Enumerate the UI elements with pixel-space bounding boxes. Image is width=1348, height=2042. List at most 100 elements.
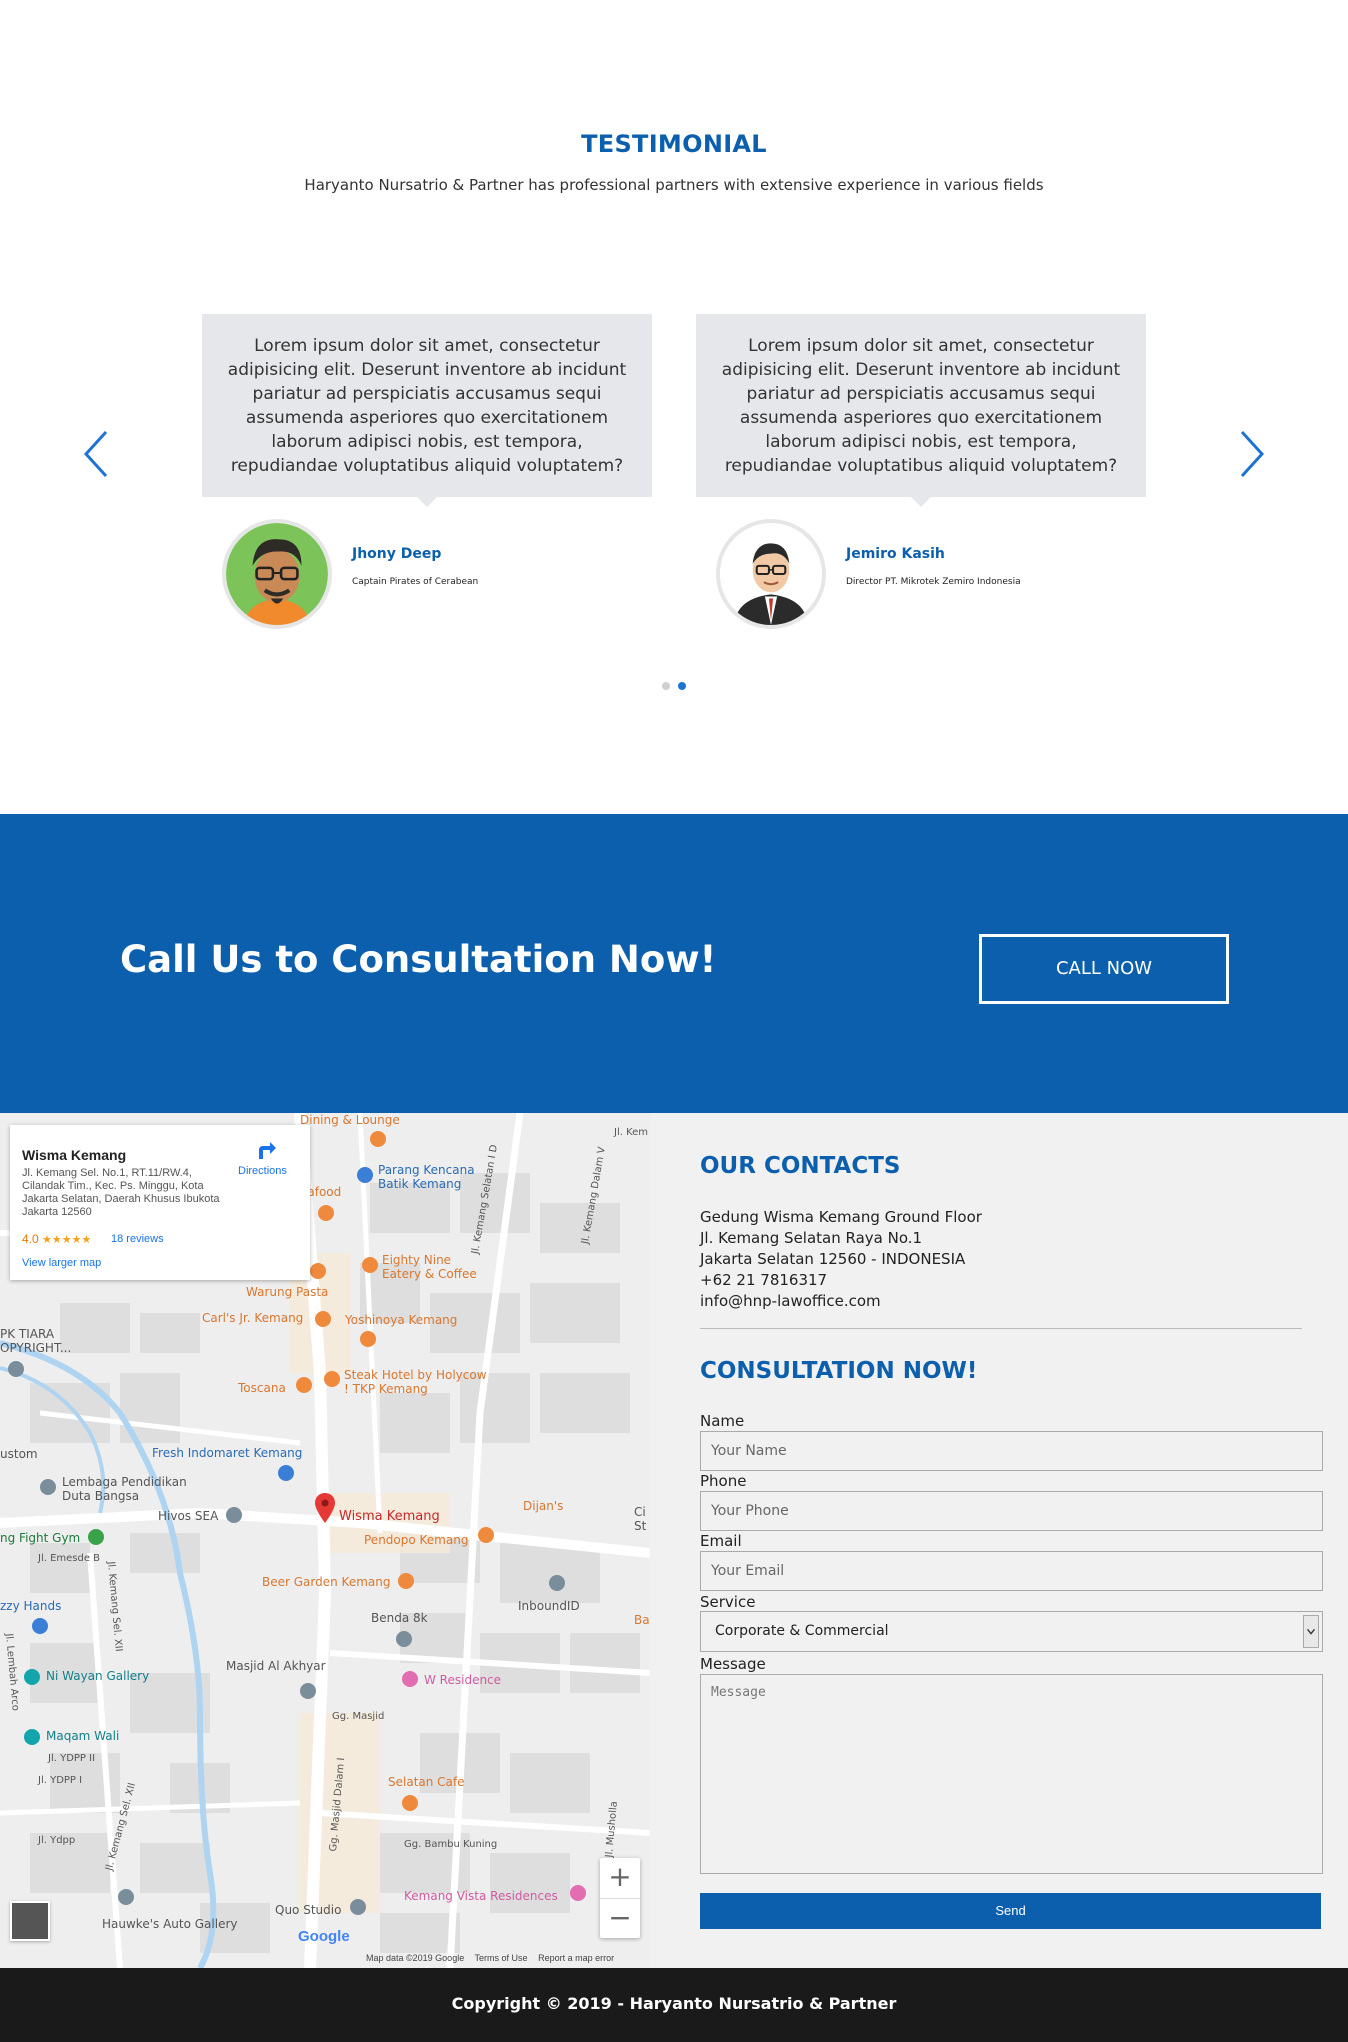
- restaurant-pin-icon[interactable]: [360, 1331, 376, 1347]
- contact-line: Jl. Kemang Selatan Raya No.1: [700, 1229, 923, 1247]
- hotel-pin-icon[interactable]: [402, 1671, 418, 1687]
- testimonial-author: Jemiro Kasih Director PT. Mikrotek Zemir…: [716, 519, 1136, 631]
- author-role: Captain Pirates of Cerabean: [352, 577, 479, 587]
- map-label: Selatan Cafe: [388, 1775, 465, 1789]
- contacts-section: OUR CONTACTS Gedung Wisma Kemang Ground …: [650, 1113, 1348, 1968]
- place-pin-icon[interactable]: [396, 1631, 412, 1647]
- shopping-pin-icon[interactable]: [32, 1618, 48, 1634]
- cafe-pin-icon[interactable]: [402, 1795, 418, 1811]
- place-rating: 4.0 ★★★★★: [22, 1232, 91, 1246]
- zoom-control: + −: [600, 1858, 640, 1938]
- map-label: Hauwke's Auto Gallery: [102, 1917, 238, 1931]
- map-label: Quo Studio: [275, 1903, 342, 1917]
- restaurant-pin-icon[interactable]: [315, 1311, 331, 1327]
- map-label: Ba: [634, 1613, 650, 1627]
- map-label: ustom: [0, 1447, 38, 1461]
- map-label: Jl. YDPP I: [38, 1775, 83, 1786]
- service-selected-value: Corporate & Commercial: [715, 1623, 889, 1639]
- carousel-prev-button[interactable]: [78, 426, 118, 482]
- map-label: Batik Kemang: [378, 1177, 462, 1191]
- restaurant-pin-icon[interactable]: [310, 1263, 326, 1279]
- hotel-pin-icon[interactable]: [570, 1885, 586, 1901]
- zoom-out-button[interactable]: −: [600, 1898, 640, 1938]
- place-pin-icon[interactable]: [8, 1361, 24, 1377]
- school-pin-icon[interactable]: [40, 1479, 56, 1495]
- shopping-pin-icon[interactable]: [278, 1465, 294, 1481]
- directions-icon[interactable]: [255, 1139, 277, 1161]
- zoom-in-button[interactable]: +: [600, 1858, 640, 1898]
- service-select[interactable]: Corporate & Commercial: [700, 1611, 1323, 1652]
- testimonial-quote: Lorem ipsum dolor sit amet, consectetur …: [696, 314, 1146, 507]
- chevron-right-icon: [1240, 430, 1265, 478]
- place-pin-icon[interactable]: [226, 1507, 242, 1523]
- testimonial-quote: Lorem ipsum dolor sit amet, consectetur …: [202, 314, 652, 507]
- map-label: Kemang Vista Residences: [404, 1889, 558, 1903]
- restaurant-pin-icon[interactable]: [296, 1377, 312, 1393]
- pagination-dot[interactable]: [662, 682, 670, 690]
- contact-line: Gedung Wisma Kemang Ground Floor: [700, 1208, 982, 1226]
- satellite-toggle[interactable]: [10, 1901, 50, 1941]
- road-label: Jl. Kem: [614, 1127, 649, 1138]
- map-label: Gg. Bambu Kuning: [404, 1839, 498, 1850]
- location-pin-icon[interactable]: [315, 1493, 335, 1523]
- testimonial-subtitle: Haryanto Nursatrio & Partner has profess…: [304, 176, 1044, 194]
- phone-input[interactable]: [700, 1491, 1323, 1531]
- restaurant-pin-icon[interactable]: [370, 1131, 386, 1147]
- chevron-left-icon: [83, 430, 108, 478]
- message-label: Message: [700, 1655, 766, 1673]
- call-now-button[interactable]: CALL NOW: [979, 934, 1229, 1004]
- map-data-text: Map data ©2019 Google: [366, 1953, 465, 1963]
- avatar: [716, 519, 826, 629]
- name-label: Name: [700, 1412, 745, 1430]
- bar-pin-icon[interactable]: [398, 1573, 414, 1589]
- map-label: InboundID: [518, 1599, 580, 1613]
- map-label: Parang Kencana: [378, 1163, 475, 1177]
- place-pin-icon[interactable]: [350, 1899, 366, 1915]
- view-larger-map-link[interactable]: View larger map: [22, 1257, 101, 1269]
- place-pin-icon[interactable]: [549, 1575, 565, 1591]
- author-name: Jemiro Kasih: [846, 546, 945, 562]
- directions-link[interactable]: Directions: [238, 1165, 287, 1177]
- gallery-pin-icon[interactable]: [24, 1669, 40, 1685]
- carousel-pagination: [660, 682, 690, 692]
- place-pin-icon[interactable]: [118, 1889, 134, 1905]
- map-label: Lembaga Pendidikan: [62, 1475, 187, 1489]
- landmark-pin-icon[interactable]: [24, 1729, 40, 1745]
- testimonial-author: Jhony Deep Captain Pirates of Cerabean: [222, 519, 642, 631]
- map-label: Maqam Wali: [46, 1729, 120, 1743]
- reviews-link[interactable]: 18 reviews: [111, 1233, 164, 1245]
- pagination-dot-active[interactable]: [678, 682, 686, 690]
- restaurant-pin-icon[interactable]: [324, 1371, 340, 1387]
- carousel-next-button[interactable]: [1230, 426, 1270, 482]
- gym-pin-icon[interactable]: [88, 1529, 104, 1545]
- copyright-text: Copyright © 2019 - Haryanto Nursatrio & …: [451, 1994, 897, 2013]
- send-button[interactable]: Send: [700, 1893, 1321, 1929]
- terms-link[interactable]: Terms of Use: [475, 1953, 528, 1963]
- cafe-pin-icon[interactable]: [362, 1257, 378, 1273]
- select-arrow[interactable]: [1303, 1615, 1319, 1648]
- testimonial-card: Lorem ipsum dolor sit amet, consectetur …: [202, 314, 652, 629]
- map-label: Carl's Jr. Kemang: [202, 1311, 304, 1325]
- map-label: Steak Hotel by Holycow: [344, 1368, 487, 1382]
- map-label: ng Fight Gym: [0, 1531, 81, 1545]
- mosque-pin-icon[interactable]: [300, 1683, 316, 1699]
- contact-email[interactable]: info@hnp-lawoffice.com: [700, 1292, 881, 1310]
- shopping-pin-icon[interactable]: [357, 1167, 373, 1183]
- star-icon: ★★★★★: [42, 1234, 92, 1246]
- map-label: W Residence: [424, 1673, 502, 1687]
- restaurant-pin-icon[interactable]: [478, 1527, 494, 1543]
- restaurant-pin-icon[interactable]: [318, 1205, 334, 1221]
- report-error-link[interactable]: Report a map error: [538, 1953, 614, 1963]
- map-label: Jl. Ydpp: [38, 1835, 76, 1846]
- map-label: Fresh Indomaret Kemang: [152, 1446, 303, 1460]
- email-input[interactable]: [700, 1551, 1323, 1591]
- chevron-down-icon: [1306, 1628, 1316, 1635]
- cta-title: Call Us to Consultation Now!: [120, 938, 717, 981]
- name-input[interactable]: [700, 1431, 1323, 1471]
- google-wordmark: Google: [298, 1928, 350, 1945]
- map-label: Hivos SEA: [158, 1509, 219, 1523]
- message-textarea[interactable]: [700, 1674, 1323, 1874]
- embedded-map[interactable]: Dining & Lounge Parang Kencana Batik Kem…: [0, 1113, 650, 1968]
- map-label: Jl. YDPP II: [48, 1753, 96, 1764]
- contact-phone[interactable]: +62 21 7816317: [700, 1271, 827, 1289]
